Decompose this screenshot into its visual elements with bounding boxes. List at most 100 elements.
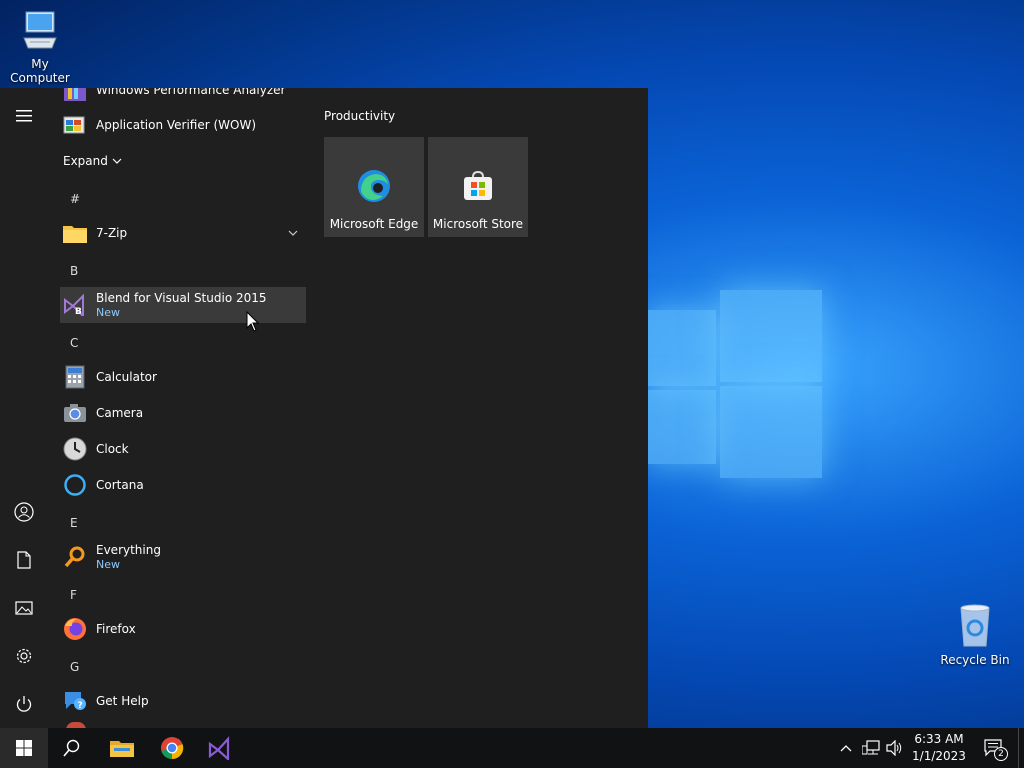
store-icon <box>464 170 492 200</box>
app-label: Application Verifier (WOW) <box>96 117 257 132</box>
expand-button[interactable]: Expand <box>63 154 122 168</box>
documents-button[interactable] <box>0 536 48 584</box>
app-label: Get Help <box>96 693 149 708</box>
calculator-icon <box>62 364 88 390</box>
cortana-icon <box>62 472 88 498</box>
document-icon <box>17 551 31 569</box>
action-center-button[interactable]: 2 <box>976 728 1012 768</box>
firefox-icon <box>62 616 88 642</box>
app-item-clock[interactable]: Clock <box>60 431 306 467</box>
app-list: Windows Performance Analyzer Application… <box>48 88 312 728</box>
file-explorer-icon <box>110 741 134 757</box>
start-button[interactable] <box>0 728 48 768</box>
taskbar: 6:33 AM 1/1/2023 2 <box>0 728 1024 768</box>
power-button[interactable] <box>0 680 48 728</box>
clock-time: 6:33 AM <box>914 732 964 746</box>
letter-header[interactable]: # <box>70 192 80 206</box>
settings-button[interactable] <box>0 632 48 680</box>
new-badge: New <box>96 557 120 571</box>
my-computer-desktop-icon[interactable]: My Computer <box>0 8 80 85</box>
app-label: Windows Performance Analyzer <box>96 88 286 97</box>
account-button[interactable] <box>0 488 48 536</box>
search-magnifier-icon <box>62 544 88 570</box>
tile-group-title[interactable]: Productivity <box>324 109 395 123</box>
clock-icon <box>62 436 88 462</box>
power-icon <box>16 696 32 712</box>
chevron-up-icon <box>840 745 852 752</box>
chevron-down-icon <box>288 230 298 236</box>
letter-header[interactable]: G <box>70 660 79 674</box>
edge-icon <box>358 170 390 202</box>
tile-label: Microsoft Store <box>432 217 524 231</box>
recycle-bin-desktop-icon[interactable]: Recycle Bin <box>935 602 1015 667</box>
letter-header[interactable]: C <box>70 336 78 350</box>
show-desktop-button[interactable] <box>1018 728 1024 768</box>
app-label: 7-Zip <box>96 225 128 240</box>
visual-studio-icon <box>208 736 230 760</box>
app-label: Calculator <box>96 369 157 384</box>
chevron-down-icon <box>112 158 122 164</box>
wallpaper-windows-logo <box>648 290 823 480</box>
network-icon <box>862 740 880 755</box>
user-icon <box>14 502 34 522</box>
app-item-camera[interactable]: Camera <box>60 395 306 431</box>
app-item-7zip[interactable]: 7-Zip <box>60 215 306 251</box>
app-label: Cortana <box>96 477 144 492</box>
search-icon <box>63 739 80 757</box>
notification-count-badge: 2 <box>994 747 1008 761</box>
computer-icon <box>23 11 57 49</box>
app-label: Blend for Visual Studio 2015 <box>96 290 267 305</box>
gear-icon <box>16 648 32 664</box>
network-button[interactable] <box>860 728 882 768</box>
tile-microsoft-store[interactable]: Microsoft Store <box>428 137 528 237</box>
mouse-cursor-icon <box>246 311 260 332</box>
windows-logo-icon <box>16 740 32 756</box>
file-explorer-taskbar-button[interactable] <box>98 728 146 768</box>
recycle-bin-icon <box>960 604 990 647</box>
pictures-icon <box>15 601 33 615</box>
start-menu: Windows Performance Analyzer Application… <box>0 88 648 728</box>
svg-text:?: ? <box>78 701 83 711</box>
app-item-calculator[interactable]: Calculator <box>60 359 306 395</box>
app-verifier-icon <box>62 112 88 138</box>
app-label: Firefox <box>96 621 136 636</box>
letter-header[interactable]: B <box>70 264 78 278</box>
clock-date: 1/1/2023 <box>912 749 966 763</box>
speaker-icon <box>886 740 902 756</box>
folder-icon <box>62 220 88 246</box>
blend-icon: B <box>62 292 88 318</box>
taskbar-clock[interactable]: 6:33 AM 1/1/2023 <box>906 731 972 765</box>
hamburger-menu-button[interactable] <box>0 92 48 140</box>
app-item-application-verifier[interactable]: Application Verifier (WOW) <box>60 107 306 143</box>
app-item-firefox[interactable]: Firefox <box>60 611 306 647</box>
hamburger-icon <box>16 110 32 122</box>
letter-header[interactable]: E <box>70 516 78 530</box>
app-item-cortana[interactable]: Cortana <box>60 467 306 503</box>
app-item-everything[interactable]: Everything New <box>60 539 306 575</box>
camera-icon <box>62 400 88 426</box>
app-label: Clock <box>96 441 129 456</box>
search-button[interactable] <box>48 728 96 768</box>
app-item-blend[interactable]: B Blend for Visual Studio 2015 New <box>60 287 306 323</box>
app-label: Everything <box>96 542 161 557</box>
expand-label: Expand <box>63 154 108 168</box>
help-icon: ? <box>62 688 88 714</box>
app-item-windows-performance-analyzer[interactable]: Windows Performance Analyzer <box>60 88 306 108</box>
app-label: Camera <box>96 405 144 420</box>
visual-studio-taskbar-button[interactable] <box>196 728 244 768</box>
app-item-get-help[interactable]: ? Get Help <box>60 683 306 719</box>
tile-microsoft-edge[interactable]: Microsoft Edge <box>324 137 424 237</box>
start-menu-rail <box>0 88 48 728</box>
new-badge: New <box>96 305 120 319</box>
recycle-bin-label: Recycle Bin <box>940 653 1010 667</box>
letter-header[interactable]: F <box>70 588 77 602</box>
svg-text:B: B <box>75 307 82 316</box>
chrome-icon <box>161 737 184 760</box>
pictures-button[interactable] <box>0 584 48 632</box>
volume-button[interactable] <box>884 728 906 768</box>
my-computer-label: My Computer <box>10 57 70 85</box>
performance-analyzer-icon <box>62 88 88 103</box>
show-hidden-icons-button[interactable] <box>836 728 856 768</box>
chrome-taskbar-button[interactable] <box>148 728 196 768</box>
tile-label: Microsoft Edge <box>329 217 419 231</box>
